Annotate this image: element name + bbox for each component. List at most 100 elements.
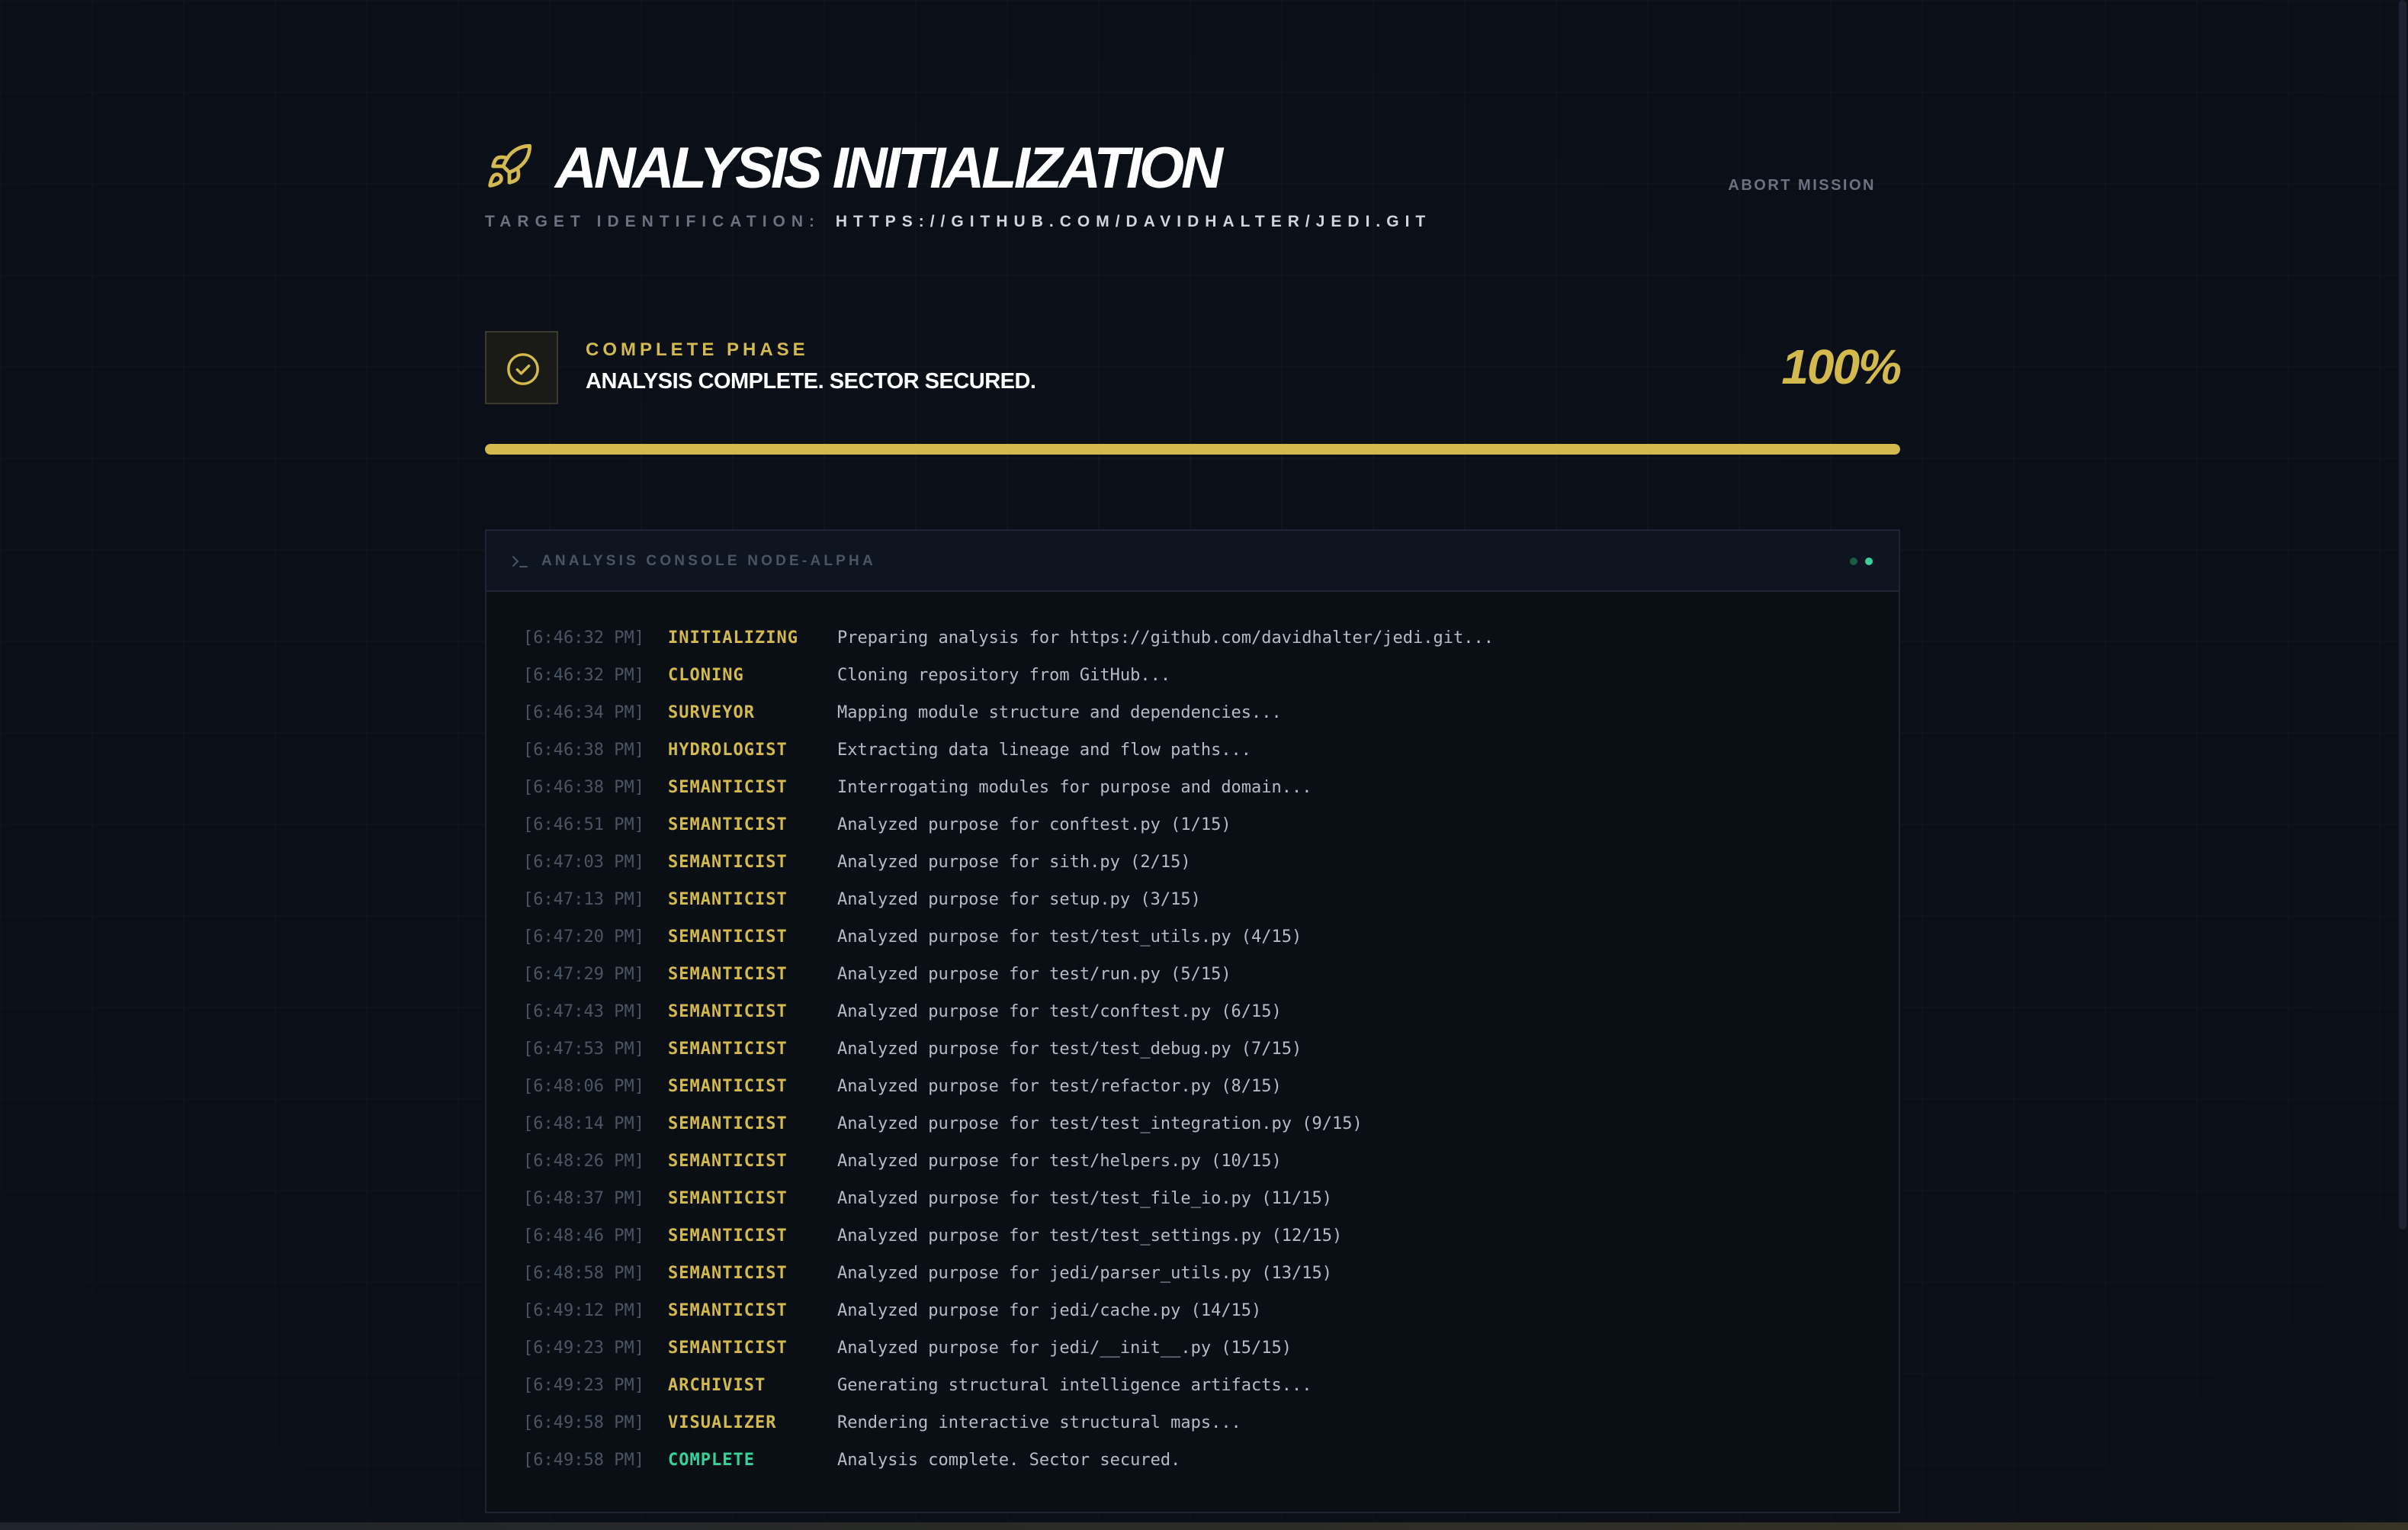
log-timestamp: [6:48:26 PM] xyxy=(523,1152,644,1171)
log-timestamp: [6:46:32 PM] xyxy=(523,628,644,648)
log-agent-tag: SEMANTICIST xyxy=(668,1226,788,1246)
log-message: Generating structural intelligence artif… xyxy=(837,1376,1312,1395)
log-timestamp: [6:47:13 PM] xyxy=(523,890,644,909)
progress-percent: 100% xyxy=(1781,339,1902,394)
log-entry: [6:46:34 PM] SURVEYOR Mapping module struc… xyxy=(523,697,1865,734)
log-entry: [6:49:12 PM] SEMANTICIST Analyzed purpose … xyxy=(523,1295,1865,1332)
log-agent-tag: SEMANTICIST xyxy=(668,1189,788,1208)
page-header: ANALYSIS INITIALIZATION TARGET IDENTIFIC… xyxy=(485,134,1900,241)
log-timestamp: [6:48:06 PM] xyxy=(523,1077,644,1096)
log-message: Analyzed purpose for sith.py (2/15) xyxy=(837,853,1191,872)
log-agent-tag: SEMANTICIST xyxy=(668,853,788,872)
console-log: [6:46:32 PM] INITIALIZING Preparing analys… xyxy=(523,622,1865,1482)
log-agent-tag: SEMANTICIST xyxy=(668,815,788,834)
log-message: Preparing analysis for https://github.co… xyxy=(837,628,1494,648)
status-dot-active xyxy=(1865,558,1873,565)
console-status-indicator xyxy=(1845,558,1873,565)
phase-icon-box xyxy=(485,331,558,404)
log-message: Analyzed purpose for jedi/__init__.py (1… xyxy=(837,1339,1292,1358)
log-message: Analyzed purpose for setup.py (3/15) xyxy=(837,890,1201,909)
terminal-icon xyxy=(512,556,528,567)
phase-message: ANALYSIS COMPLETE. SECTOR SECURED. xyxy=(586,369,1036,394)
log-timestamp: [6:49:58 PM] xyxy=(523,1413,644,1432)
log-timestamp: [6:49:23 PM] xyxy=(523,1339,644,1358)
log-agent-tag: COMPLETE xyxy=(668,1451,755,1470)
log-agent-tag: ARCHIVIST xyxy=(668,1376,766,1395)
log-timestamp: [6:46:38 PM] xyxy=(523,778,644,797)
log-agent-tag: VISUALIZER xyxy=(668,1413,777,1432)
analysis-console: ANALYSIS CONSOLE NODE-ALPHA [6:46:32 PM]… xyxy=(485,529,1900,1513)
log-agent-tag: CLONING xyxy=(668,666,744,685)
log-entry: [6:48:37 PM] SEMANTICIST Analyzed purpose … xyxy=(523,1183,1865,1220)
log-entry: [6:49:23 PM] ARCHIVIST Generating structur… xyxy=(523,1370,1865,1407)
log-entry: [6:47:53 PM] SEMANTICIST Analyzed purpose … xyxy=(523,1033,1865,1071)
log-agent-tag: SEMANTICIST xyxy=(668,1040,788,1059)
abort-mission-button[interactable]: ABORT MISSION xyxy=(1728,171,1876,201)
log-message: Analyzed purpose for test/test_settings.… xyxy=(837,1226,1343,1246)
log-agent-tag: SEMANTICIST xyxy=(668,927,788,947)
log-agent-tag: SEMANTICIST xyxy=(668,890,788,909)
log-message: Analyzed purpose for test/conftest.py (6… xyxy=(837,1002,1282,1021)
log-message: Analysis complete. Sector secured. xyxy=(837,1451,1181,1470)
log-entry: [6:49:23 PM] SEMANTICIST Analyzed purpose … xyxy=(523,1332,1865,1370)
log-message: Analyzed purpose for jedi/parser_utils.p… xyxy=(837,1264,1333,1283)
log-entry: [6:48:46 PM] SEMANTICIST Analyzed purpose … xyxy=(523,1220,1865,1258)
log-entry: [6:48:26 PM] SEMANTICIST Analyzed purpose … xyxy=(523,1146,1865,1183)
log-message: Analyzed purpose for test/test_debug.py … xyxy=(837,1040,1302,1059)
log-timestamp: [6:47:53 PM] xyxy=(523,1040,644,1059)
progress-bar-fill xyxy=(485,444,1900,455)
log-timestamp: [6:47:43 PM] xyxy=(523,1002,644,1021)
console-title: ANALYSIS CONSOLE NODE-ALPHA xyxy=(541,553,876,569)
log-timestamp: [6:48:58 PM] xyxy=(523,1264,644,1283)
log-entry: [6:46:51 PM] SEMANTICIST Analyzed purpose … xyxy=(523,809,1865,847)
target-identification: TARGET IDENTIFICATION: HTTPS://GITHUB.CO… xyxy=(485,211,1431,233)
log-entry: [6:49:58 PM] VISUALIZER Rendering interact… xyxy=(523,1407,1865,1445)
console-header: ANALYSIS CONSOLE NODE-ALPHA xyxy=(486,531,1899,592)
log-timestamp: [6:46:38 PM] xyxy=(523,741,644,760)
page-title: ANALYSIS INITIALIZATION xyxy=(555,136,1223,201)
log-agent-tag: SEMANTICIST xyxy=(668,778,788,797)
log-entry: [6:46:32 PM] INITIALIZING Preparing analys… xyxy=(523,622,1865,660)
log-entry: [6:47:29 PM] SEMANTICIST Analyzed purpose … xyxy=(523,959,1865,996)
log-message: Analyzed purpose for test/test_file_io.p… xyxy=(837,1189,1333,1208)
phase-label: COMPLETE PHASE xyxy=(586,339,809,360)
log-agent-tag: SURVEYOR xyxy=(668,703,755,722)
log-message: Cloning repository from GitHub... xyxy=(837,666,1171,685)
log-agent-tag: SEMANTICIST xyxy=(668,1077,788,1096)
log-message: Analyzed purpose for test/run.py (5/15) xyxy=(837,965,1231,984)
log-entry: [6:48:06 PM] SEMANTICIST Analyzed purpose … xyxy=(523,1071,1865,1108)
log-agent-tag: SEMANTICIST xyxy=(668,1264,788,1283)
log-message: Analyzed purpose for test/test_integrati… xyxy=(837,1114,1363,1133)
log-entry: [6:47:03 PM] SEMANTICIST Analyzed purpose … xyxy=(523,847,1865,884)
log-timestamp: [6:47:03 PM] xyxy=(523,853,644,872)
target-label: TARGET IDENTIFICATION: xyxy=(485,213,821,230)
log-entry: [6:46:38 PM] SEMANTICIST Interrogating mod… xyxy=(523,772,1865,809)
page-scrollbar-thumb[interactable] xyxy=(2399,0,2406,1229)
log-entry: [6:48:58 PM] SEMANTICIST Analyzed purpose … xyxy=(523,1258,1865,1295)
log-message: Analyzed purpose for test/refactor.py (8… xyxy=(837,1077,1282,1096)
bottom-edge xyxy=(0,1522,2408,1530)
log-message: Analyzed purpose for test/helpers.py (10… xyxy=(837,1152,1282,1171)
log-entry: [6:48:14 PM] SEMANTICIST Analyzed purpose … xyxy=(523,1108,1865,1146)
log-timestamp: [6:47:29 PM] xyxy=(523,965,644,984)
log-timestamp: [6:46:51 PM] xyxy=(523,815,644,834)
log-timestamp: [6:49:23 PM] xyxy=(523,1376,644,1395)
log-entry: [6:47:43 PM] SEMANTICIST Analyzed purpose … xyxy=(523,996,1865,1033)
log-timestamp: [6:46:32 PM] xyxy=(523,666,644,685)
page-scrollbar[interactable] xyxy=(2397,0,2408,1530)
log-timestamp: [6:46:34 PM] xyxy=(523,703,644,722)
target-url: HTTPS://GITHUB.COM/DAVIDHALTER/JEDI.GIT xyxy=(835,213,1432,230)
log-timestamp: [6:49:12 PM] xyxy=(523,1301,644,1320)
log-agent-tag: INITIALIZING xyxy=(668,628,798,648)
log-timestamp: [6:47:20 PM] xyxy=(523,927,644,947)
status-dot-idle xyxy=(1849,558,1857,565)
log-message: Rendering interactive structural maps... xyxy=(837,1413,1241,1432)
log-entry: [6:46:38 PM] HYDROLOGIST Extracting data l… xyxy=(523,734,1865,772)
log-timestamp: [6:48:14 PM] xyxy=(523,1114,644,1133)
rocket-icon xyxy=(488,143,532,188)
log-agent-tag: SEMANTICIST xyxy=(668,1002,788,1021)
log-message: Analyzed purpose for conftest.py (1/15) xyxy=(837,815,1231,834)
log-agent-tag: HYDROLOGIST xyxy=(668,741,788,760)
log-timestamp: [6:49:58 PM] xyxy=(523,1451,644,1470)
log-message: Analyzed purpose for jedi/cache.py (14/1… xyxy=(837,1301,1262,1320)
